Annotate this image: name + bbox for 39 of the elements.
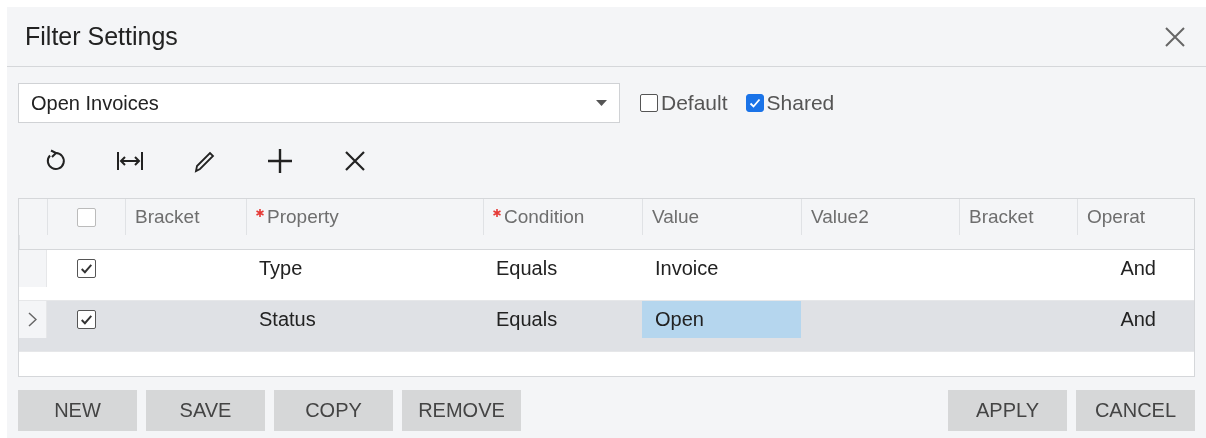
column-header[interactable]: Bracket [959, 199, 1077, 235]
column-label: Condition [504, 206, 585, 228]
window-title: Filter Settings [25, 22, 178, 51]
table-cell-text: And [1119, 306, 1157, 332]
close-icon[interactable] [1164, 25, 1186, 48]
dropdown-value: Open Invoices [31, 91, 159, 115]
column-header[interactable]: Condition [483, 199, 642, 235]
caret-icon [596, 100, 607, 106]
filter-dropdown[interactable]: Open Invoices [18, 83, 620, 123]
row-selector[interactable] [19, 301, 47, 338]
select-all-checkbox[interactable] [77, 207, 96, 227]
current-row-icon [28, 311, 37, 327]
checkbox-label: Shared [766, 91, 835, 115]
table-cell-text: Status [258, 306, 317, 332]
row-checkbox[interactable] [76, 309, 96, 329]
checkbox[interactable] [640, 94, 658, 112]
table-cell-text: Type [258, 255, 304, 281]
column-header[interactable]: Property [246, 199, 483, 235]
table-row[interactable]: Status Equals Open And [19, 301, 1194, 352]
checkbox[interactable] [745, 94, 764, 112]
column-header[interactable]: Value [642, 199, 801, 235]
checkbox-label: Default [661, 91, 728, 115]
table-cell[interactable]: Open [642, 301, 801, 338]
column-header[interactable]: Operat [1077, 199, 1194, 235]
action-button[interactable]: COPY [274, 390, 393, 431]
plus-icon[interactable] [266, 147, 294, 175]
column-header[interactable]: Value2 [801, 199, 959, 235]
table-cell[interactable]: Invoice [642, 250, 801, 287]
table-cell-text: Equals [495, 306, 559, 332]
action-button[interactable]: APPLY [948, 390, 1067, 431]
table-cell-text: Equals [495, 255, 559, 281]
action-button[interactable]: CANCEL [1076, 390, 1195, 431]
table-cell-text: And [1119, 255, 1157, 281]
action-button[interactable]: REMOVE [402, 390, 521, 431]
column-label: Property [267, 206, 339, 228]
action-button[interactable]: NEW [18, 390, 137, 431]
action-button[interactable]: SAVE [146, 390, 265, 431]
column-header[interactable]: Bracket [125, 199, 246, 235]
row-checkbox[interactable] [76, 258, 96, 278]
